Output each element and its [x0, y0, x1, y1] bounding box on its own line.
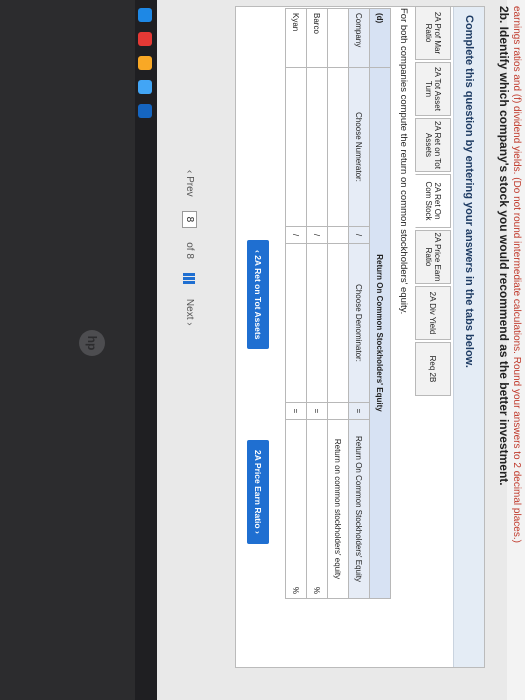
page-number[interactable]: 8	[182, 210, 197, 229]
chevron-right-icon: ›	[253, 528, 263, 534]
pager: ‹ Prev 8 of 8 Next ›	[182, 170, 197, 326]
equals-sign: =	[285, 402, 307, 420]
company-name: Barco	[306, 8, 328, 68]
folder-icon[interactable]	[138, 56, 152, 70]
table-row: Barco / = %	[306, 8, 328, 599]
equals-sign: =	[306, 402, 328, 420]
numerator-input[interactable]	[285, 67, 307, 227]
panel-title: Complete this question by entering your …	[453, 7, 484, 667]
ie-icon[interactable]	[138, 8, 152, 22]
question-heading: 2b. Identify which company's stock you w…	[497, 6, 511, 486]
top-instruction-text: earnings ratios and (f) dividend yields.…	[511, 6, 522, 543]
page-of-label: of 8	[184, 242, 195, 259]
roe-table: (d) Return On Common Stockholders' Equit…	[285, 8, 391, 599]
company-name: Kyan	[285, 8, 307, 68]
result-sub-label: Return on common stockholders' equity	[327, 419, 349, 599]
denominator-input[interactable]	[285, 243, 307, 403]
next-tab-button[interactable]: 2A Price Earn Ratio ›	[247, 440, 269, 544]
table-subheader-row: Company Choose Numerator: / Choose Denom…	[348, 8, 370, 599]
tab-req-2b[interactable]: Req 2B	[415, 342, 451, 396]
next-tab-label: 2A Price Earn Ratio	[253, 450, 263, 529]
numerator-input[interactable]	[306, 67, 328, 227]
tab-prof-mar-ratio[interactable]: 2A Prof Mar Ratio	[415, 6, 451, 60]
prev-page-link[interactable]: ‹ Prev	[184, 170, 195, 197]
col-equals: =	[348, 402, 370, 420]
monitor-screen: earnings ratios and (f) dividend yields.…	[0, 0, 525, 700]
next-label: Next	[184, 298, 195, 320]
prev-label: Prev	[184, 176, 195, 197]
divider-sign: /	[306, 226, 328, 244]
instruction-text: For both companies compute the return on…	[398, 8, 409, 315]
section-label: (d)	[369, 8, 391, 68]
dropbox-icon[interactable]	[138, 80, 152, 94]
next-page-link[interactable]: Next ›	[184, 299, 195, 326]
col-numerator: Choose Numerator:	[348, 67, 370, 227]
tab-bar: 2A Prof Mar Ratio 2A Tot Asset Turn 2A R…	[415, 6, 451, 398]
divider-sign: /	[285, 226, 307, 244]
tab-tot-asset-turn[interactable]: 2A Tot Asset Turn	[415, 62, 451, 116]
monitor-bezel: hp	[0, 0, 135, 700]
chrome-icon[interactable]	[138, 32, 152, 46]
taskbar	[133, 0, 157, 700]
table-row: Return on common stockholders' equity	[327, 8, 349, 599]
table-header-row: (d) Return On Common Stockholders' Equit…	[369, 8, 391, 599]
prev-tab-label: 2A Ret on Tot Assets	[253, 255, 263, 340]
tab-ret-on-com-stock[interactable]: 2A Ret On Com Stock	[415, 174, 451, 228]
denominator-input[interactable]	[306, 243, 328, 403]
percent-sign: %	[312, 586, 322, 594]
store-icon[interactable]	[138, 104, 152, 118]
photo-stage: earnings ratios and (f) dividend yields.…	[0, 0, 525, 700]
table-row: Kyan / = %	[285, 8, 307, 599]
col-denominator: Choose Denominator:	[348, 243, 370, 403]
result-input[interactable]: %	[306, 419, 328, 599]
hp-logo: hp	[79, 330, 105, 356]
table-title: Return On Common Stockholders' Equity	[369, 67, 391, 599]
col-result: Return On Common Stockholders' Equity	[348, 419, 370, 599]
tab-price-earn-ratio[interactable]: 2A Price Earn Ratio	[415, 230, 451, 284]
result-input[interactable]: %	[285, 419, 307, 599]
percent-sign: %	[291, 586, 301, 594]
prev-tab-button[interactable]: ‹ 2A Ret on Tot Assets	[247, 240, 269, 350]
tab-ret-on-tot-assets[interactable]: 2A Ret on Tot Assets	[415, 118, 451, 172]
tab-div-yield[interactable]: 2A Div Yield	[415, 286, 451, 340]
grid-icon[interactable]	[183, 272, 196, 285]
col-company: Company	[348, 8, 370, 68]
col-divider: /	[348, 226, 370, 244]
